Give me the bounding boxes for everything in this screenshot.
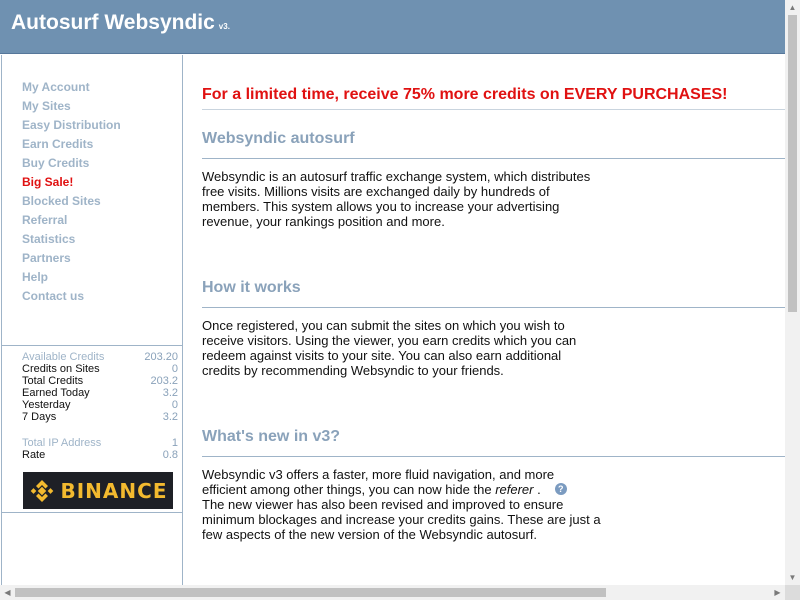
scroll-right-icon[interactable]: ▶	[770, 585, 785, 600]
horizontal-scrollbar[interactable]: ◀ ▶	[0, 585, 785, 600]
section-heading-whats-new: What's new in v3?	[202, 428, 341, 445]
sidebar-item-my-account[interactable]: My Account	[22, 79, 121, 98]
referer-term: referer	[495, 482, 534, 497]
stat-value: 0	[171, 399, 178, 411]
sidebar-item-help[interactable]: Help	[22, 269, 121, 288]
stat-value: 0	[171, 363, 178, 375]
horizontal-scroll-thumb[interactable]	[15, 588, 606, 597]
binance-wordmark: BINANCE	[60, 478, 168, 503]
divider	[202, 307, 785, 308]
stat-row: Earned Today 3.2	[22, 387, 178, 399]
site-title-text: Autosurf Websyndic	[11, 11, 215, 34]
divider	[202, 109, 785, 110]
stat-value: 1	[171, 437, 178, 449]
scrollbar-corner	[785, 585, 800, 600]
stat-label: Available Credits	[22, 351, 105, 363]
sidebar: My Account My Sites Easy Distribution Ea…	[1, 55, 183, 585]
stat-row: Available Credits 203.20	[22, 351, 178, 363]
binance-logo-icon	[30, 479, 53, 502]
sidebar-item-my-sites[interactable]: My Sites	[22, 98, 121, 117]
stat-value: 203.20	[144, 351, 178, 363]
sidebar-item-referral[interactable]: Referral	[22, 212, 121, 231]
sidebar-nav: My Account My Sites Easy Distribution Ea…	[22, 79, 121, 307]
stat-value: 0.8	[162, 449, 178, 461]
stat-row: Credits on Sites 0	[22, 363, 178, 375]
promo-banner[interactable]: For a limited time, receive 75% more cre…	[202, 86, 728, 104]
section-text-autosurf: Websyndic is an autosurf traffic exchang…	[202, 169, 591, 229]
sidebar-item-blocked-sites[interactable]: Blocked Sites	[22, 193, 121, 212]
divider	[202, 158, 785, 159]
stat-row: Total IP Address 1	[22, 437, 178, 449]
stat-value: 203.2	[150, 375, 178, 387]
stat-label: Credits on Sites	[22, 363, 100, 375]
stat-spacer	[22, 423, 178, 437]
vertical-scrollbar[interactable]: ▲ ▼	[785, 0, 800, 585]
help-icon[interactable]: ?	[554, 483, 567, 495]
scroll-left-icon[interactable]: ◀	[0, 585, 15, 600]
sidebar-item-statistics[interactable]: Statistics	[22, 231, 121, 250]
sidebar-divider	[2, 512, 183, 513]
site-version: v3.	[218, 22, 230, 31]
section-text-how-it-works: Once registered, you can submit the site…	[202, 318, 577, 378]
sidebar-item-contact-us[interactable]: Contact us	[22, 288, 121, 307]
sidebar-item-partners[interactable]: Partners	[22, 250, 121, 269]
stat-label: Total Credits	[22, 375, 84, 387]
stat-label: Rate	[22, 449, 46, 461]
site-header: Autosurf Websyndic v3.	[0, 0, 785, 54]
stat-row: Yesterday 0	[22, 399, 178, 411]
text-part: .	[533, 482, 541, 497]
stat-row: Total Credits 203.2	[22, 375, 178, 387]
sidebar-item-big-sale[interactable]: Big Sale!	[22, 174, 121, 193]
sidebar-item-easy-distribution[interactable]: Easy Distribution	[22, 117, 121, 136]
site-title[interactable]: Autosurf Websyndic v3.	[11, 11, 230, 35]
stat-row: Rate 0.8	[22, 449, 178, 461]
section-heading-how-it-works: How it works	[202, 279, 301, 296]
scroll-up-icon[interactable]: ▲	[785, 0, 800, 15]
credits-stats: Available Credits 203.20 Credits on Site…	[22, 351, 178, 461]
stat-row: 7 Days 3.2	[22, 411, 178, 423]
stat-value: 3.2	[162, 411, 178, 423]
scroll-down-icon[interactable]: ▼	[785, 570, 800, 585]
stat-label: Total IP Address	[22, 437, 102, 449]
stat-label: Earned Today	[22, 387, 90, 399]
vertical-scroll-thumb[interactable]	[788, 15, 797, 312]
stat-value: 3.2	[162, 387, 178, 399]
divider	[202, 456, 785, 457]
binance-banner[interactable]: BINANCE	[23, 472, 173, 509]
sidebar-item-buy-credits[interactable]: Buy Credits	[22, 155, 121, 174]
sidebar-item-earn-credits[interactable]: Earn Credits	[22, 136, 121, 155]
stat-label: 7 Days	[22, 411, 57, 423]
sidebar-divider	[2, 345, 183, 346]
section-text-whats-new: Websyndic v3 offers a faster, more fluid…	[202, 467, 602, 542]
stat-label: Yesterday	[22, 399, 71, 411]
section-heading-autosurf: Websyndic autosurf	[202, 130, 355, 147]
text-part: The new viewer has also been revised and…	[202, 497, 601, 542]
